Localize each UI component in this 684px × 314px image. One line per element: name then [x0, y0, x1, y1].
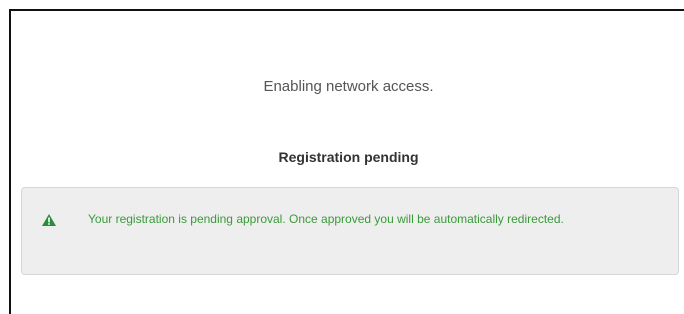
- warning-triangle-icon: [42, 214, 56, 226]
- registration-heading: Registration pending: [278, 149, 419, 165]
- page-frame: Enabling network access. Registration pe…: [9, 9, 684, 314]
- alert-message: Your registration is pending approval. O…: [88, 212, 564, 226]
- status-message: Enabling network access.: [263, 78, 434, 95]
- pending-approval-alert: Your registration is pending approval. O…: [21, 187, 679, 275]
